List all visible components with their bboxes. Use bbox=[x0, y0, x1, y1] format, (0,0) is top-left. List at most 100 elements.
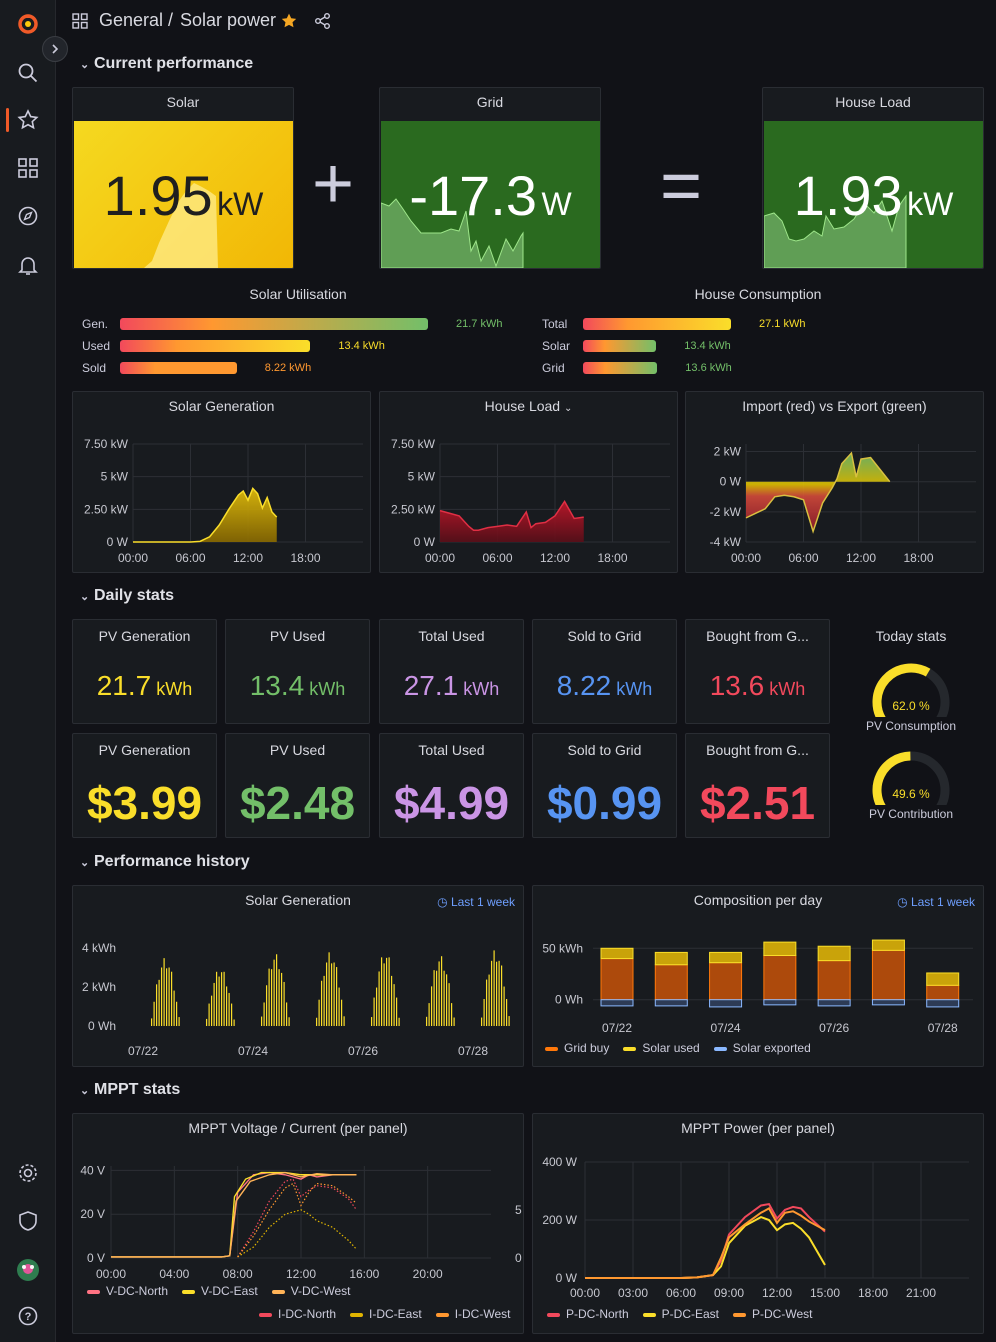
hourly-bar bbox=[328, 952, 330, 1026]
explore-compass-icon[interactable] bbox=[14, 202, 42, 230]
x-tick-label: 03:00 bbox=[618, 1286, 648, 1300]
grid-current-panel[interactable]: Grid -17.3 W bbox=[379, 87, 601, 269]
grid-value: -17.3 W bbox=[409, 164, 572, 227]
hourly-bar bbox=[233, 1019, 235, 1026]
x-tick-label: 12:00 bbox=[762, 1286, 792, 1300]
share-icon[interactable] bbox=[314, 12, 332, 35]
hourly-bar bbox=[491, 960, 493, 1026]
legend-item[interactable]: Grid buy bbox=[545, 1041, 609, 1055]
x-tick-label: 20:00 bbox=[413, 1267, 443, 1281]
hourly-bar bbox=[231, 1003, 233, 1026]
mppt-voltage-current-panel[interactable]: MPPT Voltage / Current (per panel) 0 V 20… bbox=[72, 1113, 524, 1334]
legend-item[interactable]: P-DC-North bbox=[547, 1307, 629, 1321]
legend-item[interactable]: I-DC-West bbox=[435, 1307, 510, 1321]
daily-energy-stat[interactable]: PV Used 13.4 kWh bbox=[225, 619, 370, 724]
stat-title: Total Used bbox=[418, 628, 485, 644]
legend-item[interactable]: V-DC-West bbox=[271, 1284, 351, 1298]
solar-generation-history-chart: 0 Wh 2 kWh 4 kWh 07/22 07/24 07/26 07/28 bbox=[82, 941, 510, 1058]
shield-icon[interactable] bbox=[14, 1207, 42, 1235]
row-mppt-stats[interactable]: ⌄ MPPT stats bbox=[80, 1081, 180, 1099]
y-tick-label: 4 kWh bbox=[82, 941, 116, 955]
bar-gauge-bar bbox=[583, 340, 657, 352]
y-tick-label: 5 kW bbox=[101, 470, 129, 484]
hourly-bar bbox=[276, 954, 278, 1026]
daily-cost-stat[interactable]: Bought from G... $2.51 bbox=[685, 733, 830, 838]
hourly-bar bbox=[338, 987, 340, 1026]
solar-current-panel[interactable]: Solar 1.95 kW bbox=[72, 87, 294, 269]
sidebar: ? bbox=[0, 0, 56, 1342]
daily-energy-stat[interactable]: Bought from G... 13.6 kWh bbox=[685, 619, 830, 724]
y-tick-label: 2 kWh bbox=[82, 980, 116, 994]
composition-per-day-panel[interactable]: Composition per day ◷ Last 1 week 0 Wh 50… bbox=[532, 885, 984, 1067]
legend-item[interactable]: V-DC-North bbox=[87, 1284, 168, 1298]
legend-item[interactable]: P-DC-East bbox=[642, 1307, 719, 1321]
daily-cost-stat[interactable]: Sold to Grid $0.99 bbox=[532, 733, 677, 838]
starred-icon[interactable] bbox=[14, 106, 42, 134]
house-load-current-panel[interactable]: House Load 1.93 kW bbox=[762, 87, 984, 269]
alerting-bell-icon[interactable] bbox=[14, 251, 42, 279]
mppt-power-panel[interactable]: MPPT Power (per panel) 0 W 200 W 400 W 00:0… bbox=[532, 1113, 984, 1334]
hourly-bar bbox=[173, 990, 175, 1026]
solar-generation-mini-panel[interactable]: Solar Generation 0 W 2.50 kW 5 kW 7.50 kW 00… bbox=[72, 391, 371, 573]
panel-title: Solar Utilisation bbox=[249, 286, 347, 302]
breadcrumb-dashboard[interactable]: Solar power bbox=[180, 10, 276, 31]
hourly-bar bbox=[213, 982, 215, 1026]
bar-gauge-value: 13.4 kWh bbox=[684, 340, 731, 352]
bar-gauge-label: Grid bbox=[542, 361, 565, 375]
house-load-mini-panel[interactable]: House Load ⌄ 0 W 2.50 kW 5 kW 7.50 kW 00:00 0… bbox=[379, 391, 678, 573]
help-icon[interactable]: ? bbox=[14, 1302, 42, 1330]
x-tick-label: 16:00 bbox=[349, 1267, 379, 1281]
daily-energy-stat[interactable]: Sold to Grid 8.22 kWh bbox=[532, 619, 677, 724]
solar-used-bar bbox=[709, 951, 743, 964]
hourly-bar bbox=[493, 950, 495, 1026]
solar-used-bar bbox=[871, 939, 905, 951]
y-tick-label: 0 W bbox=[414, 535, 436, 549]
hourly-bar bbox=[386, 957, 388, 1026]
daily-cost-stat[interactable]: Total Used $4.99 bbox=[379, 733, 524, 838]
hourly-bar bbox=[451, 1003, 453, 1026]
bar-gauge-bar bbox=[583, 318, 731, 330]
settings-gear-icon[interactable] bbox=[14, 1159, 42, 1187]
y-tick-label: 0 W bbox=[720, 475, 742, 489]
solar-generation-chart: 0 W 2.50 kW 5 kW 7.50 kW 00:00 06:00 12:00 18:0… bbox=[84, 437, 363, 565]
expand-sidebar-button[interactable] bbox=[42, 36, 68, 62]
legend-item[interactable]: V-DC-East bbox=[182, 1284, 258, 1298]
row-daily-stats[interactable]: ⌄ Daily stats bbox=[80, 587, 174, 605]
hourly-bar bbox=[223, 971, 225, 1026]
bar-gauge-label: Total bbox=[542, 317, 568, 331]
legend-item[interactable]: Solar exported bbox=[713, 1041, 811, 1055]
hourly-bar bbox=[381, 957, 383, 1026]
stat-title: PV Generation bbox=[98, 742, 191, 758]
legend-item[interactable]: I-DC-East bbox=[350, 1307, 422, 1321]
dashboards-icon[interactable] bbox=[14, 154, 42, 182]
row-title-text: Performance history bbox=[94, 853, 250, 870]
grafana-logo-icon[interactable] bbox=[14, 10, 42, 38]
composition-chart: 0 Wh 50 kWh 07/22 07/24 07/26 07/28 bbox=[542, 939, 973, 1035]
house-load-chart: 0 W 2.50 kW 5 kW 7.50 kW 00:00 06:00 12:00 18:0… bbox=[391, 437, 670, 565]
daily-energy-stat[interactable]: PV Generation 21.7 kWh bbox=[72, 619, 217, 724]
favorite-star-icon[interactable] bbox=[280, 12, 298, 35]
stat-title: PV Used bbox=[269, 742, 326, 758]
y-tick-label: 2.50 kW bbox=[391, 502, 436, 516]
import-export-mini-panel[interactable]: Import (red) vs Export (green) -4 kW -2 k… bbox=[685, 391, 984, 573]
hourly-bar bbox=[488, 974, 490, 1026]
search-icon[interactable] bbox=[14, 59, 42, 87]
daily-energy-stat[interactable]: Total Used 27.1 kWh bbox=[379, 619, 524, 724]
current-series bbox=[237, 1209, 357, 1258]
y-tick-label: 200 W bbox=[542, 1213, 577, 1227]
y-tick-label: -2 kW bbox=[710, 505, 742, 519]
stat-value: 21.7 kWh bbox=[96, 670, 193, 701]
legend-item[interactable]: Solar used bbox=[623, 1041, 700, 1055]
x-tick-label: 12:00 bbox=[233, 551, 263, 565]
legend-item[interactable]: I-DC-North bbox=[259, 1307, 336, 1321]
legend-item[interactable]: P-DC-West bbox=[733, 1307, 812, 1321]
daily-cost-stat[interactable]: PV Generation $3.99 bbox=[72, 733, 217, 838]
daily-cost-stat[interactable]: PV Used $2.48 bbox=[225, 733, 370, 838]
hourly-bar bbox=[373, 997, 375, 1026]
solar-generation-history-panel[interactable]: Solar Generation ◷ Last 1 week 0 Wh 2 kWh… bbox=[72, 885, 524, 1067]
breadcrumb-folder[interactable]: General bbox=[99, 10, 163, 31]
y-tick-label: 2 kW bbox=[714, 445, 742, 459]
row-performance-history[interactable]: ⌄ Performance history bbox=[80, 853, 250, 871]
user-avatar[interactable] bbox=[14, 1256, 42, 1284]
row-current-performance[interactable]: ⌄ Current performance bbox=[80, 55, 253, 73]
